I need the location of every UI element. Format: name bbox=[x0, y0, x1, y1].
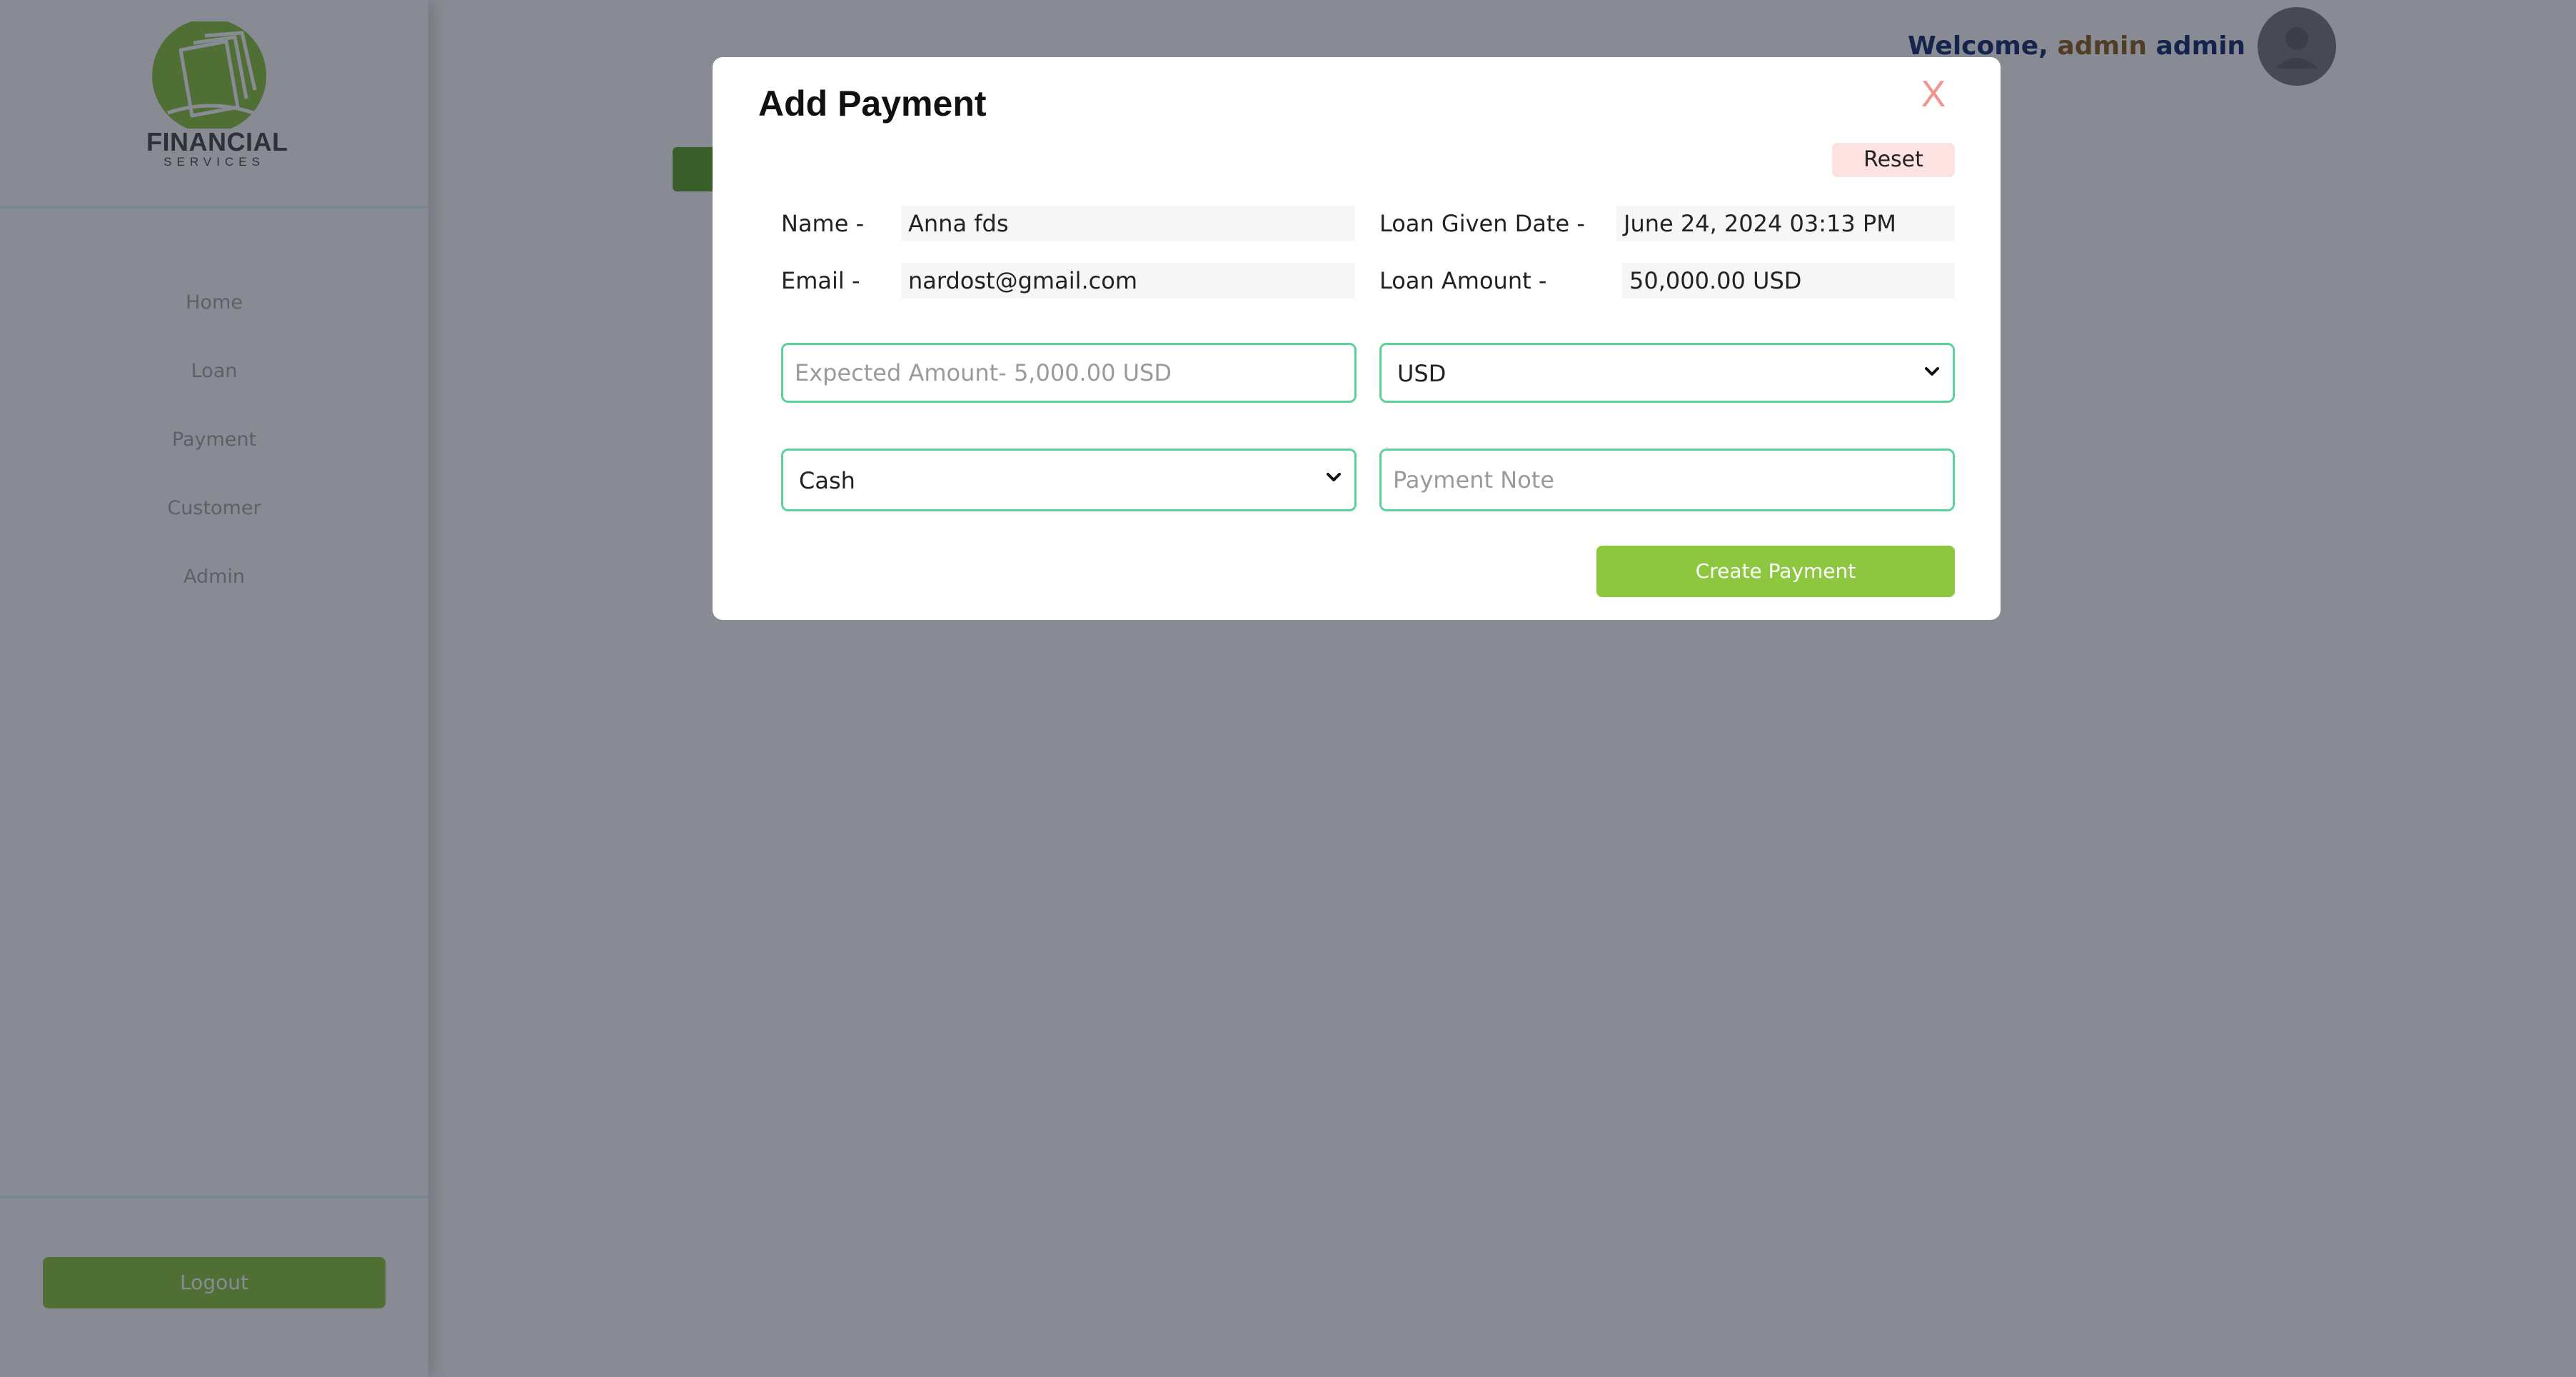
chevron-down-icon bbox=[1327, 473, 1341, 481]
reset-button[interactable]: Reset bbox=[1832, 143, 1955, 177]
currency-select-value: USD bbox=[1397, 360, 1447, 387]
loan-amount-label: Loan Amount - bbox=[1379, 267, 1547, 294]
email-label: Email - bbox=[781, 267, 860, 294]
modal-title: Add Payment bbox=[758, 84, 987, 124]
expected-amount-input[interactable] bbox=[781, 343, 1357, 403]
payment-method-select[interactable]: Cash bbox=[781, 449, 1357, 511]
loan-date-label: Loan Given Date - bbox=[1379, 210, 1585, 237]
email-value: nardost@gmail.com bbox=[901, 263, 1355, 299]
loan-amount-value: 50,000.00 USD bbox=[1622, 263, 1955, 299]
payment-method-select-value: Cash bbox=[799, 467, 855, 494]
loan-date-value: June 24, 2024 03:13 PM bbox=[1616, 206, 1955, 241]
chevron-down-icon bbox=[1925, 367, 1939, 376]
create-payment-button[interactable]: Create Payment bbox=[1596, 546, 1955, 597]
currency-select[interactable]: USD bbox=[1379, 343, 1955, 403]
name-label: Name - bbox=[781, 210, 865, 237]
name-value: Anna fds bbox=[901, 206, 1355, 241]
add-payment-modal: Add Payment X Reset Name - Anna fds Emai… bbox=[713, 57, 2001, 620]
payment-note-input[interactable] bbox=[1379, 449, 1955, 511]
close-button[interactable]: X bbox=[1912, 73, 1955, 116]
